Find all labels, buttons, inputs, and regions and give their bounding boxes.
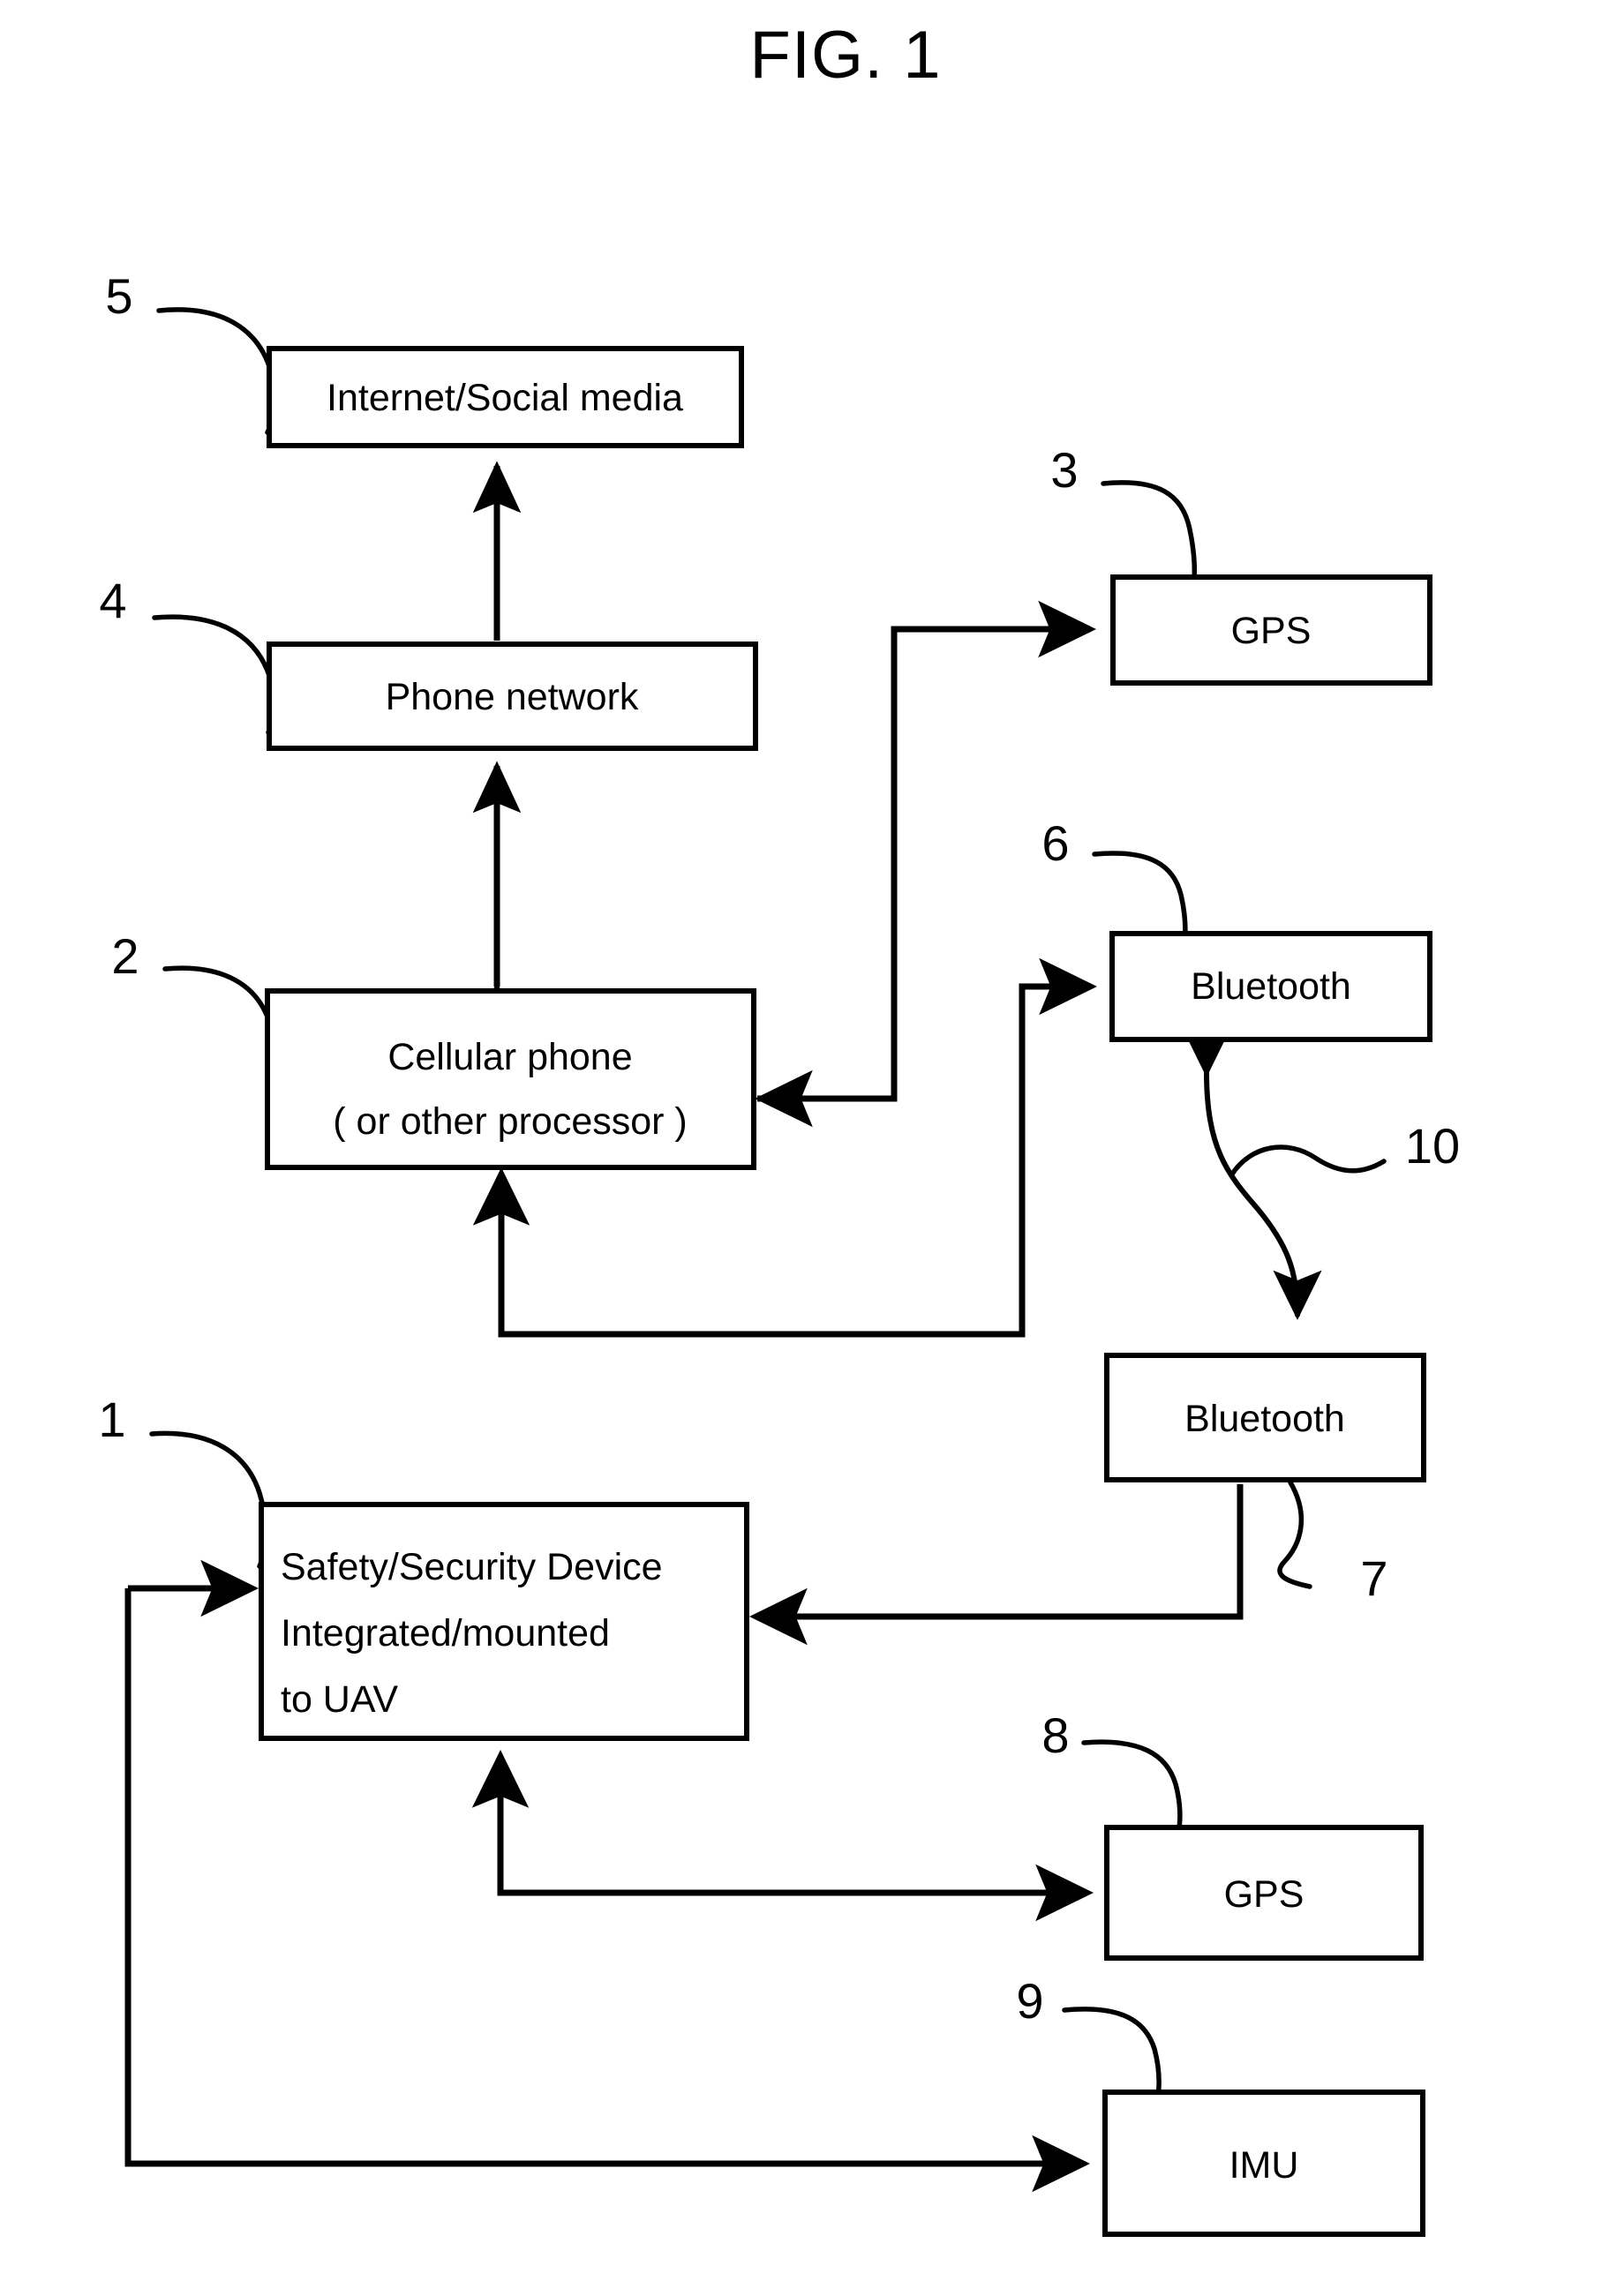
reference-numeral-10: 10	[1405, 1118, 1460, 1174]
box-label-safety-line2: Integrated/mounted	[281, 1612, 610, 1654]
box-bluetooth-top[interactable]: Bluetooth	[1109, 931, 1432, 1042]
connector-wireless-link-10	[1182, 1027, 1322, 1321]
reference-numeral-7: 7	[1360, 1550, 1387, 1606]
box-safety-security-device[interactable]: Safety/Security Device Integrated/mounte…	[259, 1502, 749, 1741]
leader-line-4	[152, 614, 277, 735]
reference-numeral-2: 2	[111, 928, 139, 984]
connector-cellular-to-gps-top	[757, 600, 1097, 1102]
patent-figure-1-diagram: FIG. 1 Internet/Social media Phone netwo…	[98, 18, 1460, 2237]
reference-numeral-8: 8	[1041, 1707, 1069, 1763]
box-phone-network[interactable]: Phone network	[267, 642, 758, 751]
box-label-cellular-phone-line1: Cellular phone	[387, 1036, 632, 1078]
box-gps-top[interactable]: GPS	[1110, 574, 1432, 686]
leader-line-10	[1229, 1144, 1387, 1178]
leader-line-2	[162, 965, 278, 1088]
box-imu[interactable]: IMU	[1102, 2090, 1425, 2237]
box-label-gps-top: GPS	[1231, 610, 1312, 652]
connector-gps-bottom-to-safety	[471, 1749, 1084, 1896]
reference-numeral-9: 9	[1016, 1973, 1043, 2029]
reference-numeral-1: 1	[98, 1392, 125, 1447]
box-gps-bottom[interactable]: GPS	[1104, 1825, 1424, 1961]
figure-title: FIG. 1	[749, 18, 941, 93]
connector-bluetooth-bottom-to-safety	[748, 1484, 1244, 1646]
box-label-gps-bottom: GPS	[1224, 1873, 1304, 1916]
box-cellular-phone[interactable]: Cellular phone ( or other processor )	[265, 988, 756, 1170]
box-bluetooth-bottom[interactable]: Bluetooth	[1104, 1353, 1426, 1482]
box-label-bluetooth-bottom: Bluetooth	[1184, 1398, 1345, 1440]
reference-numeral-4: 4	[99, 573, 126, 628]
box-label-bluetooth-top: Bluetooth	[1191, 965, 1351, 1008]
figure-canvas: FIG. 1 Internet/Social media Phone netwo…	[0, 0, 1609, 2296]
reference-numeral-5: 5	[105, 268, 132, 324]
box-label-safety-line1: Safety/Security Device	[281, 1546, 663, 1588]
box-label-safety-line3: to UAV	[281, 1678, 398, 1721]
box-label-phone-network: Phone network	[386, 676, 639, 718]
leader-line-5	[156, 307, 278, 435]
reference-numeral-3: 3	[1050, 442, 1078, 498]
leader-line-layer	[149, 307, 1198, 2163]
box-label-internet-social-media: Internet/Social media	[327, 377, 683, 419]
leader-line-1	[149, 1430, 268, 1569]
box-label-cellular-phone-line2: ( or other processor )	[333, 1100, 687, 1143]
box-internet-social-media[interactable]: Internet/Social media	[267, 346, 744, 448]
box-label-imu: IMU	[1229, 2144, 1299, 2187]
reference-numeral-6: 6	[1041, 815, 1069, 871]
leader-line-7	[1277, 1480, 1312, 1589]
